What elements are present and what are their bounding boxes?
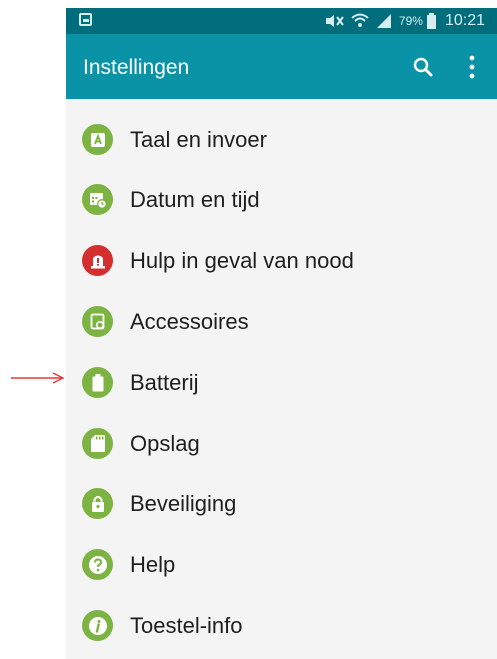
status-bar: 79% 10:21: [66, 8, 497, 34]
battery-icon: [82, 367, 113, 398]
settings-item-label: Toestel-info: [130, 612, 243, 638]
settings-item-label: Hulp in geval van nood: [130, 247, 354, 273]
clock: 10:21: [444, 12, 485, 29]
settings-item-hulp-in-geval-van-nood[interactable]: Hulp in geval van nood: [66, 230, 497, 291]
battery-percentage: 79%: [398, 14, 423, 28]
more-vert-icon[interactable]: [469, 55, 475, 79]
settings-item-accessoires[interactable]: Accessoires: [66, 291, 497, 352]
settings-item-batterij[interactable]: Batterij: [66, 352, 497, 413]
app-toolbar: Instellingen: [66, 34, 497, 99]
info-icon: [82, 610, 113, 641]
image-notification-icon: [79, 13, 92, 26]
language-input-icon: [82, 124, 113, 155]
lock-icon: [82, 488, 113, 519]
settings-item-label: Opslag: [130, 430, 200, 456]
settings-item-opslag[interactable]: Opslag: [66, 413, 497, 474]
battery-icon: [426, 13, 436, 29]
android-settings-screen: 79% 10:21 Instellingen Taal en invoer Da…: [66, 8, 497, 659]
settings-item-help[interactable]: Help: [66, 534, 497, 595]
page-title: Instellingen: [83, 56, 190, 79]
mute-icon: [325, 15, 344, 27]
search-icon[interactable]: [413, 57, 433, 77]
calendar-clock-icon: [82, 184, 113, 215]
settings-item-label: Help: [130, 551, 176, 577]
annotation-arrow: [11, 372, 65, 384]
emergency-icon: [82, 245, 113, 276]
settings-item-toestel-info[interactable]: Toestel-info: [66, 595, 497, 656]
wifi-icon: [351, 13, 369, 27]
signal-icon: [376, 14, 391, 28]
settings-item-datum-en-tijd[interactable]: Datum en tijd: [66, 169, 497, 230]
settings-item-taal-en-invoer[interactable]: Taal en invoer: [66, 109, 497, 170]
help-icon: [82, 549, 113, 580]
sd-card-icon: [82, 428, 113, 459]
accessory-icon: [82, 306, 113, 337]
settings-item-label: Datum en tijd: [130, 186, 260, 212]
settings-item-label: Accessoires: [130, 308, 249, 334]
settings-item-label: Batterij: [130, 369, 199, 395]
settings-item-label: Taal en invoer: [130, 126, 267, 152]
settings-item-beveiliging[interactable]: Beveiliging: [66, 473, 497, 534]
settings-item-label: Beveiliging: [130, 490, 237, 516]
